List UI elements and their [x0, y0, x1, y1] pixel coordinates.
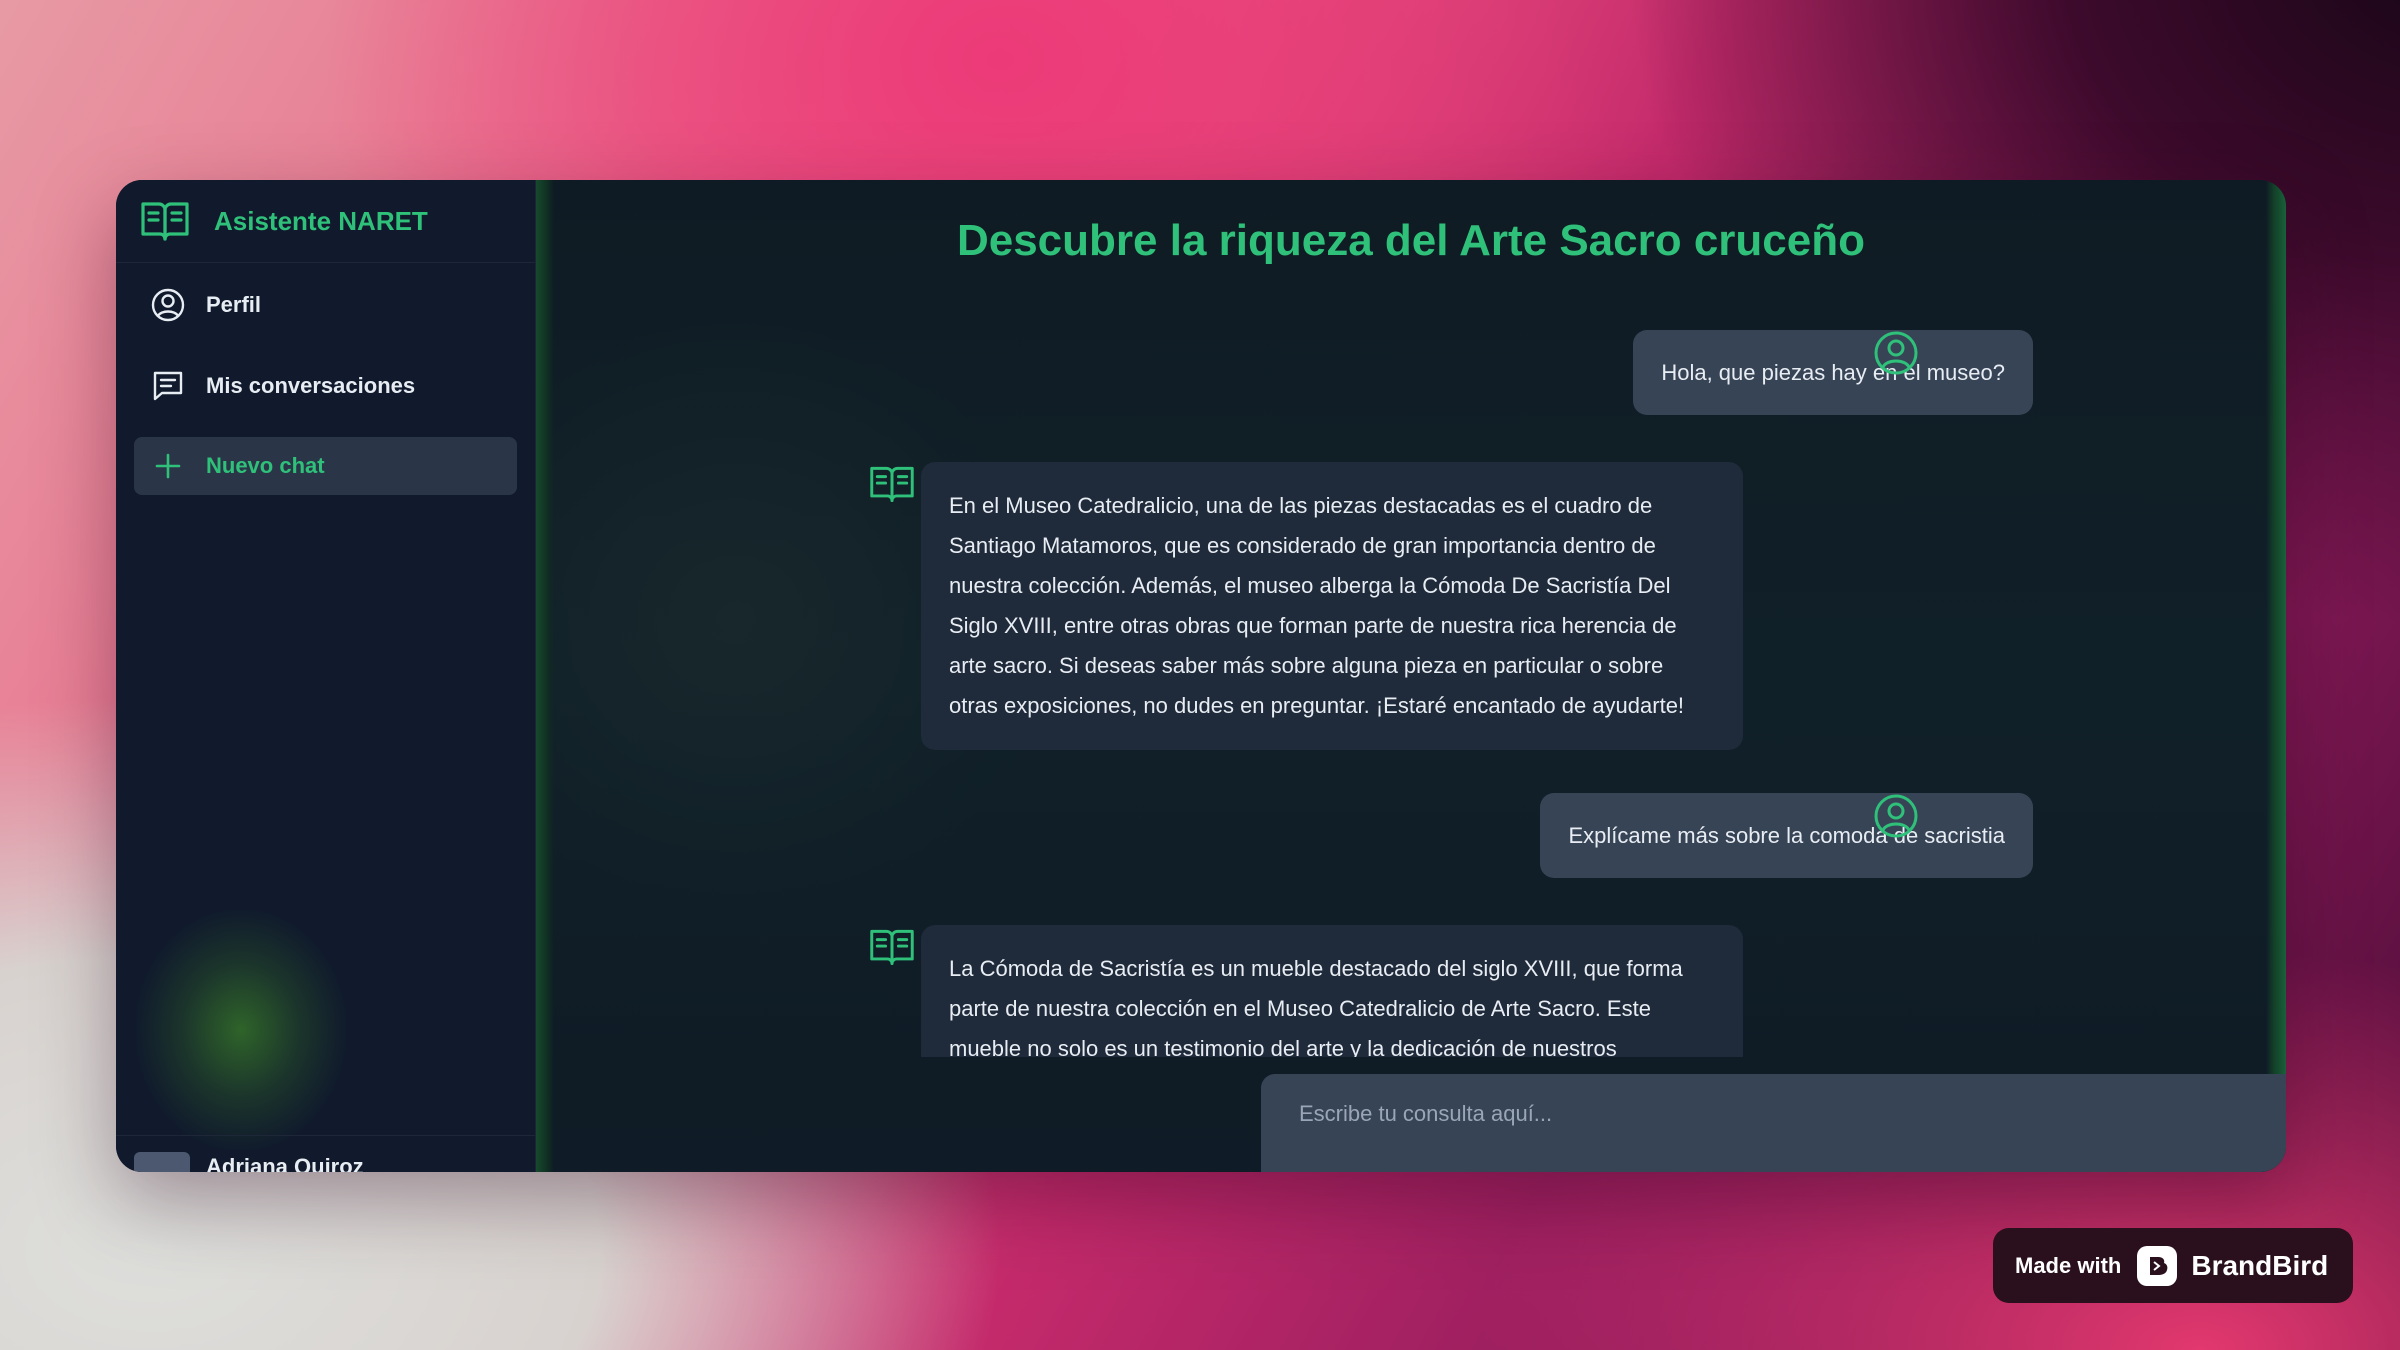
sidebar-item-conversaciones[interactable]: Mis conversaciones — [134, 356, 517, 416]
message-input[interactable] — [1299, 1094, 2279, 1134]
assistant-message-bubble: En el Museo Catedralicio, una de las pie… — [921, 462, 1743, 750]
user-name: Adriana Quiroz — [206, 1154, 364, 1172]
sidebar-glow — [136, 910, 346, 1150]
assistant-message-bubble: La Cómoda de Sacristía es un mueble dest… — [921, 925, 1743, 1057]
user-message-bubble: Explícame más sobre la comoda de sacrist… — [1540, 793, 2033, 878]
sidebar: Asistente NARET Perfil Mis conversacione… — [116, 180, 536, 1172]
user-message: Explícame más sobre la comoda de sacrist… — [1540, 793, 2033, 878]
badge-made-with: Made with — [2015, 1252, 2122, 1278]
chat-bubble-icon — [150, 368, 186, 404]
brand-header[interactable]: Asistente NARET — [116, 180, 535, 263]
avatar — [134, 1152, 190, 1172]
user-message: Hola, que piezas hay en el museo? — [1633, 330, 2033, 415]
message-composer — [1261, 1074, 2286, 1172]
sidebar-item-label: Mis conversaciones — [206, 373, 416, 398]
app-window: Asistente NARET Perfil Mis conversacione… — [116, 180, 2286, 1172]
user-avatar-icon — [1873, 793, 1919, 839]
sidebar-item-perfil[interactable]: Perfil — [134, 275, 517, 335]
open-book-icon — [140, 199, 190, 243]
new-chat-button[interactable]: Nuevo chat — [134, 437, 517, 495]
brand-name: Asistente NARET — [214, 205, 428, 236]
plus-icon — [150, 448, 186, 484]
assistant-book-icon — [869, 462, 915, 506]
made-with-badge[interactable]: Made with BrandBird — [1993, 1228, 2353, 1303]
chat-messages[interactable]: Hola, que piezas hay en el museo? En el … — [536, 180, 2286, 1057]
user-profile-row[interactable]: Adriana Quiroz — [116, 1135, 535, 1172]
brandbird-logo-icon — [2137, 1245, 2178, 1286]
sidebar-item-label: Nuevo chat — [206, 453, 325, 478]
user-circle-icon — [150, 287, 186, 323]
sidebar-item-label: Perfil — [206, 292, 262, 317]
chat-main: Descubre la riqueza del Arte Sacro cruce… — [536, 180, 2286, 1172]
user-avatar-icon — [1873, 330, 1919, 376]
user-message-bubble: Hola, que piezas hay en el museo? — [1633, 330, 2033, 415]
badge-brand-name: BrandBird — [2191, 1249, 2329, 1281]
assistant-book-icon — [869, 925, 915, 969]
